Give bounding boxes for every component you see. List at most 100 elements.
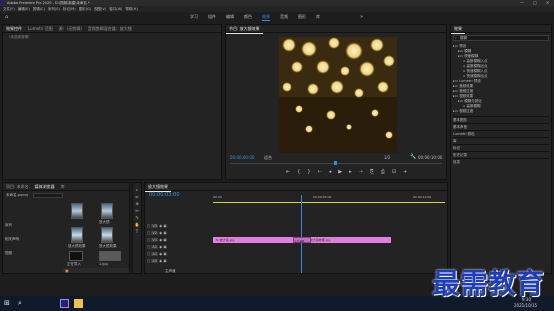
effects-section-4[interactable]: 标记 <box>453 144 549 151</box>
workspace-tab-3[interactable]: 颜色 <box>244 14 252 21</box>
effects-section-2[interactable]: Lumetri 颜色 <box>453 130 549 137</box>
transport-icon-5[interactable]: ▶ <box>338 169 342 175</box>
playhead-marker[interactable] <box>334 161 337 165</box>
track-header[interactable]: ▢ V2 ◉ ▣ <box>147 230 209 237</box>
program-timecode[interactable]: 00:00:00:00 <box>230 155 254 160</box>
menu-item-1[interactable]: 编辑(E) <box>18 6 30 11</box>
track-header[interactable]: ▢ V1 ◉ ▣ <box>147 237 209 244</box>
proj-item-3[interactable]: 放大镜效果 <box>99 244 117 249</box>
quality-dropdown[interactable]: 1/2 <box>384 155 390 160</box>
workspace-tab-0[interactable]: 学习 <box>190 14 198 21</box>
track-header[interactable]: ▢ V3 ◉ ▣ <box>147 223 209 230</box>
ec-tab-1[interactable]: Lumetri 范围 <box>25 25 56 32</box>
effects-section-5[interactable]: 历史记录 <box>453 151 549 158</box>
thumb-6[interactable] <box>99 251 121 261</box>
menu-item-5[interactable]: 图形(G) <box>79 6 91 11</box>
effects-section-1[interactable]: 基本声音 <box>453 123 549 130</box>
transport-icon-9[interactable]: ⎙ <box>381 169 385 175</box>
fit-dropdown[interactable]: 适合 <box>264 155 272 161</box>
timeline-timecode[interactable]: 00:00:03:00 <box>149 192 180 198</box>
effects-section-0[interactable]: 基本图形 <box>453 116 549 123</box>
premiere-taskbar-icon[interactable] <box>60 299 69 308</box>
transport-icon-10[interactable]: ⊡ <box>392 169 396 175</box>
effects-search[interactable]: ⌕ 模糊 <box>453 35 549 41</box>
tool-icon-6[interactable]: T <box>136 229 138 234</box>
menu-item-2[interactable]: 剪辑(C) <box>33 6 45 11</box>
tool-icon-4[interactable]: ✎ <box>135 215 138 220</box>
timeline-tab[interactable]: 放大镜效果 <box>145 183 171 192</box>
home-icon[interactable]: ⌂ <box>5 14 8 20</box>
eye-icon[interactable]: ◉ ▣ <box>158 238 166 242</box>
workspace-tab-6[interactable]: 图形 <box>298 14 306 21</box>
project-tab-0[interactable]: 项目: 未命名 <box>3 183 32 190</box>
transport-icon-2[interactable]: } <box>307 169 310 175</box>
transport-icon-8[interactable]: ⎘ <box>370 169 374 175</box>
new-bin-icon[interactable]: ▣ <box>65 268 69 273</box>
transport-icon-11[interactable]: + <box>403 169 407 175</box>
track-header[interactable]: ▢ A1 ◉ ▣ <box>147 244 209 251</box>
project-search[interactable] <box>33 193 63 198</box>
transport-icon-6[interactable]: ▸ <box>349 169 352 175</box>
menu-item-0[interactable]: 文件(F) <box>3 6 15 11</box>
clip-2[interactable]: fx 放大镜效果.jpg <box>303 237 391 243</box>
windows-start-icon[interactable]: ⊞ <box>4 299 10 307</box>
transport-icon-0[interactable]: ⇤ <box>286 169 290 175</box>
effects-tree-label: 视频效果 <box>459 94 474 98</box>
project-tab-1[interactable]: 媒体浏览器 <box>32 183 58 190</box>
timeline-playhead[interactable] <box>301 195 302 273</box>
wrench-icon[interactable]: 🔧 <box>410 154 416 160</box>
workspace-tab-4[interactable]: 效果 <box>262 14 270 21</box>
eye-icon[interactable]: ◉ ▣ <box>158 252 166 256</box>
ec-tab-3[interactable]: 音频剪辑混合器：放大镜 <box>85 25 135 32</box>
ec-tab-2[interactable]: 源：(无剪辑) <box>56 25 85 32</box>
effects-tab[interactable]: 效果 <box>451 25 465 34</box>
workspace-more-icon[interactable]: » <box>360 14 363 20</box>
tool-icon-3[interactable]: ↔ <box>135 208 138 213</box>
proj-item-2[interactable]: 放大镜效果 <box>68 244 86 249</box>
eye-icon[interactable]: ◉ ▣ <box>158 231 166 235</box>
menu-item-3[interactable]: 序列(S) <box>48 6 60 11</box>
workspace-tab-2[interactable]: 编辑 <box>226 14 234 21</box>
transport-icon-1[interactable]: { <box>297 169 300 175</box>
effects-search-value: 模糊 <box>460 36 467 40</box>
menu-item-8[interactable]: 帮助(H) <box>125 6 137 11</box>
eye-icon[interactable]: ◉ ▣ <box>158 259 166 263</box>
workspace-tab-5[interactable]: 音频 <box>280 14 288 21</box>
eye-icon[interactable]: ◉ ▣ <box>158 245 166 249</box>
transport-icon-3[interactable]: ⇠ <box>318 169 322 175</box>
proj-item-1[interactable]: 放大镜 <box>99 220 110 225</box>
workspace-tab-7[interactable]: 库 <box>316 14 320 21</box>
effects-section-6[interactable]: 信息 <box>453 158 549 165</box>
program-scrubber[interactable] <box>230 161 442 165</box>
effects-tree-item[interactable]: ▸▭ 视频过渡 <box>453 109 549 114</box>
ec-tab-0[interactable]: 效果控件 <box>3 25 25 32</box>
transition-block[interactable]: 交叉溶解 <box>293 237 311 243</box>
thumb-2[interactable] <box>101 203 113 219</box>
workspace-tab-1[interactable]: 组件 <box>208 14 216 21</box>
tool-icon-5[interactable]: ✋ <box>135 222 140 227</box>
menu-item-7[interactable]: 窗口(W) <box>109 6 122 11</box>
thumb-5[interactable] <box>69 251 83 261</box>
clip-1[interactable]: fx 放大镜.jpg <box>213 237 303 243</box>
transport-icon-7[interactable]: ⇢ <box>359 169 363 175</box>
transport-icon-4[interactable]: ◂ <box>329 169 332 175</box>
thumb-4[interactable] <box>101 227 113 243</box>
menu-item-4[interactable]: 标记(M) <box>63 6 76 11</box>
work-area-bar[interactable] <box>213 202 445 203</box>
tool-icon-1[interactable]: ⇔ <box>135 194 138 199</box>
tool-icon-0[interactable]: ▸ <box>136 187 138 192</box>
menu-item-6[interactable]: 视图(V) <box>94 6 106 11</box>
effects-section-3[interactable]: 库 <box>453 137 549 144</box>
project-tab-2[interactable]: 库 <box>58 183 68 190</box>
explorer-taskbar-icon[interactable] <box>74 299 83 308</box>
track-header[interactable]: ▢ A2 ◉ ▣ <box>147 251 209 258</box>
tool-icon-2[interactable]: ⊕ <box>135 201 138 206</box>
thumb-3[interactable] <box>71 227 83 243</box>
thumb-1[interactable] <box>71 203 83 219</box>
transition-label: 交叉溶解 <box>294 240 305 243</box>
proj-item-4[interactable]: 1.jpg <box>99 262 108 267</box>
program-monitor-tab[interactable]: 节目: 放大镜效果 <box>226 25 263 34</box>
eye-icon[interactable]: ◉ ▣ <box>158 224 166 228</box>
track-header[interactable]: ▢ A3 ◉ ▣ <box>147 258 209 265</box>
search-taskbar-icon[interactable]: ⌕ <box>18 299 22 308</box>
